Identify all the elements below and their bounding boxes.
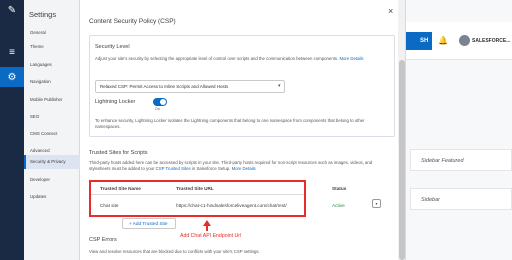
security-level-description: Adjust your site's security by selecting… <box>95 56 364 61</box>
security-level-more-details-link[interactable]: More Details <box>339 56 363 61</box>
trusted-sites-table: Trusted Site Name Trusted Site URL Statu… <box>89 180 381 217</box>
settings-nav-updates[interactable]: Updates <box>24 190 80 204</box>
settings-nav-languages[interactable]: Languages <box>24 58 80 72</box>
bell-icon[interactable]: 🔔 <box>438 36 448 45</box>
trusted-site-status: Active <box>332 203 345 208</box>
trusted-site-name: Chat site <box>100 203 119 208</box>
gear-icon[interactable]: ⚙ <box>0 67 24 87</box>
settings-nav-developer[interactable]: Developer <box>24 173 80 187</box>
chevron-down-icon[interactable]: ▾ <box>278 83 281 89</box>
settings-nav-security-privacy[interactable]: Security & Privacy <box>24 155 80 169</box>
settings-nav: Settings General Theme Languages Navigat… <box>24 0 80 260</box>
pencil-icon[interactable]: ✎ <box>0 0 24 20</box>
column-header-status: Status <box>332 186 347 191</box>
settings-nav-navigation[interactable]: Navigation <box>24 75 80 89</box>
background-row-featured: Sidebar Featured <box>410 149 512 171</box>
column-header-url: Trusted Site URL <box>176 186 214 191</box>
settings-title: Settings <box>29 10 57 19</box>
builder-rail: ✎ ≡ ⚙ <box>0 0 24 260</box>
table-header-divider <box>91 194 304 195</box>
settings-nav-cms-connect[interactable]: CMS Connect <box>24 127 80 141</box>
background-row-sidebar: Sidebar <box>410 188 512 210</box>
trusted-sites-more-details-link[interactable]: More Details <box>232 166 256 171</box>
trusted-site-url: https://chat-c1-hindsalesforceliveagent.… <box>176 203 287 208</box>
column-header-name: Trusted Site Name <box>100 186 141 191</box>
user-name[interactable]: SALESFORCE... <box>472 38 510 44</box>
avatar[interactable] <box>459 35 470 46</box>
security-level-select[interactable]: Relaxed CSP: Permit Access to Inline Scr… <box>95 80 285 93</box>
lightning-locker-description: To enhance security, Lightning Locker is… <box>95 118 365 129</box>
csp-errors-title: CSP Errors <box>89 237 117 243</box>
annotation-arrow-stem <box>206 225 208 231</box>
menu-icon[interactable]: ≡ <box>0 42 24 62</box>
csp-errors-description: View and resolve resources that are bloc… <box>89 249 260 254</box>
security-level-title: Security Level <box>95 44 130 50</box>
row-actions-button[interactable]: ▾ <box>372 199 381 208</box>
settings-nav-mobile-publisher[interactable]: Mobile Publisher <box>24 93 80 107</box>
lightning-locker-toggle-knob[interactable] <box>160 99 166 105</box>
trusted-sites-title: Trusted Sites for Scripts <box>89 150 148 156</box>
annotation-label: Add Chat API Endpoint Url <box>180 233 242 239</box>
settings-nav-general[interactable]: General <box>24 26 80 40</box>
close-icon[interactable]: × <box>388 6 393 16</box>
add-trusted-site-button[interactable]: + Add Trusted Site <box>122 218 176 229</box>
csp-title: Content Security Policy (CSP) <box>89 18 176 25</box>
lightning-locker-label: Lightning Locker <box>95 99 136 105</box>
lightning-locker-toggle-state: On <box>155 107 160 111</box>
settings-nav-theme[interactable]: Theme <box>24 40 80 54</box>
trusted-sites-description: Third-party hosts added here can be acce… <box>89 160 373 171</box>
scrollbar-thumb[interactable] <box>399 60 405 260</box>
settings-nav-seo[interactable]: SEO <box>24 110 80 124</box>
csp-trusted-sites-link[interactable]: CSP Trusted Sites <box>156 166 191 171</box>
